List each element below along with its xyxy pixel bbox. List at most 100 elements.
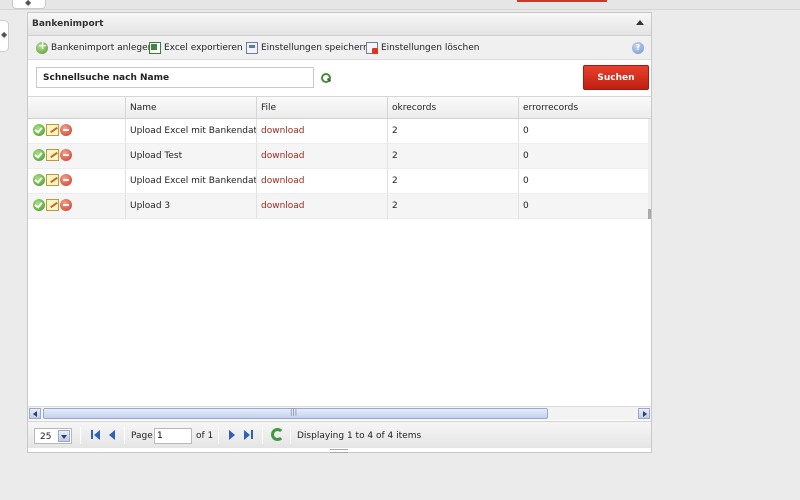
delete-settings-icon <box>366 42 378 54</box>
cell-errorrecords: 0 <box>523 201 529 211</box>
chevron-down-icon[interactable] <box>58 430 70 442</box>
ok-icon[interactable] <box>33 149 45 161</box>
cell-name: Upload 3 <box>126 194 257 218</box>
cell-file: download <box>257 169 388 193</box>
download-link[interactable]: download <box>261 151 305 161</box>
delete-icon[interactable] <box>60 149 72 161</box>
excel-icon <box>149 42 161 54</box>
page-number-input[interactable] <box>154 428 192 444</box>
page-label: Page <box>131 431 153 441</box>
first-page-icon[interactable] <box>89 429 101 441</box>
delete-icon[interactable] <box>60 199 72 211</box>
download-link[interactable]: download <box>261 201 305 211</box>
cell-okrecords: 2 <box>388 144 519 168</box>
cell-errorrecords: 0 <box>523 176 529 186</box>
table-row[interactable]: Upload Excel mit Bankendaten download 2 … <box>28 169 651 194</box>
ok-icon[interactable] <box>33 199 45 211</box>
add-icon <box>36 39 48 54</box>
row-actions <box>28 144 126 168</box>
save-settings-button[interactable]: Einstellungen speichern <box>246 41 369 55</box>
column-header-okrecords[interactable]: okrecords <box>388 97 519 118</box>
add-button-label: Bankenimport anlegen <box>51 43 154 53</box>
delete-icon[interactable] <box>60 174 72 186</box>
paging-toolbar: 25 Page of 1 Displaying 1 to 4 of 4 item… <box>28 421 651 448</box>
separator <box>124 427 125 444</box>
column-header-name[interactable]: Name <box>126 97 257 118</box>
top-strip <box>0 0 800 10</box>
edit-icon[interactable] <box>46 199 59 211</box>
column-header-errorrecords[interactable]: errorrecords <box>519 97 651 118</box>
download-link[interactable]: download <box>261 126 305 136</box>
column-header-file[interactable]: File <box>257 97 388 118</box>
ok-icon[interactable] <box>33 174 45 186</box>
cell-file: download <box>257 194 388 218</box>
last-page-icon[interactable] <box>242 429 254 441</box>
page-count-label: of 1 <box>196 431 214 441</box>
cell-name: Upload Excel mit Bankendaten <box>126 119 257 143</box>
resize-grip[interactable] <box>330 449 348 453</box>
separator <box>80 427 81 444</box>
previous-page-icon[interactable] <box>106 429 118 441</box>
separator <box>262 427 263 444</box>
save-settings-icon <box>246 42 258 54</box>
grid-header: Name File okrecords errorrecords <box>28 97 651 119</box>
cell-okrecords: 2 <box>388 169 519 193</box>
add-bankenimport-button[interactable]: Bankenimport anlegen <box>36 39 154 55</box>
data-grid: Name File okrecords errorrecords Upload … <box>28 97 651 219</box>
expand-arrow-icon: ◆ <box>1 30 8 39</box>
quick-search-input[interactable] <box>36 67 314 88</box>
row-actions <box>28 169 126 193</box>
top-tab[interactable]: ◆ <box>12 0 46 9</box>
refresh-icon[interactable] <box>271 428 284 441</box>
side-panel-handle[interactable]: ◆ <box>0 20 9 52</box>
page-size-select[interactable]: 25 <box>34 428 72 444</box>
help-icon[interactable]: ? <box>632 42 644 54</box>
delete-settings-label: Einstellungen löschen <box>381 43 480 53</box>
row-actions <box>28 119 126 143</box>
scroll-left-icon[interactable] <box>29 408 41 419</box>
vertical-scroll-thumb[interactable] <box>648 209 651 219</box>
top-accent-bar <box>517 0 607 2</box>
column-header-actions <box>28 97 126 118</box>
cell-file: download <box>257 144 388 168</box>
separator <box>290 427 291 444</box>
table-row[interactable]: Upload Excel mit Bankendaten download 2 … <box>28 119 651 144</box>
cell-name: Upload Excel mit Bankendaten <box>126 169 257 193</box>
scroll-right-icon[interactable] <box>638 408 650 419</box>
edit-icon[interactable] <box>46 174 59 186</box>
horizontal-scroll-thumb[interactable]: ||| <box>43 408 548 419</box>
separator <box>218 427 219 444</box>
search-button[interactable]: Suchen <box>583 65 649 90</box>
search-row: Suchen <box>28 60 651 97</box>
page-size-value: 25 <box>40 432 52 442</box>
cell-file: download <box>257 119 388 143</box>
scroll-grip: ||| <box>290 408 298 416</box>
toolbar: Bankenimport anlegen Excel exportieren E… <box>28 36 651 60</box>
download-link[interactable]: download <box>261 176 305 186</box>
ok-icon[interactable] <box>33 124 45 136</box>
cell-errorrecords: 0 <box>523 151 529 161</box>
row-actions <box>28 194 126 218</box>
table-row[interactable]: Upload 3 download 2 0 <box>28 194 651 219</box>
edit-icon[interactable] <box>46 124 59 136</box>
cell-errorrecords: 0 <box>523 126 529 136</box>
delete-icon[interactable] <box>60 124 72 136</box>
cell-okrecords: 2 <box>388 119 519 143</box>
export-excel-button[interactable]: Excel exportieren <box>149 41 243 55</box>
search-icon[interactable] <box>320 72 332 84</box>
cell-okrecords: 2 <box>388 194 519 218</box>
tab-arrow-icon: ◆ <box>25 0 32 7</box>
next-page-icon[interactable] <box>226 429 238 441</box>
table-row[interactable]: Upload Test download 2 0 <box>28 144 651 169</box>
delete-settings-button[interactable]: Einstellungen löschen <box>366 41 479 55</box>
save-settings-label: Einstellungen speichern <box>261 43 369 53</box>
edit-icon[interactable] <box>46 149 59 161</box>
bankenimport-panel: Bankenimport Bankenimport anlegen Excel … <box>27 12 652 453</box>
horizontal-scrollbar[interactable]: ||| <box>28 406 651 420</box>
cell-name: Upload Test <box>126 144 257 168</box>
panel-header: Bankenimport <box>28 13 651 36</box>
panel-title: Bankenimport <box>32 19 104 29</box>
paging-status: Displaying 1 to 4 of 4 items <box>297 431 422 441</box>
vertical-scrollbar[interactable] <box>648 119 651 219</box>
collapse-icon[interactable] <box>635 18 645 28</box>
